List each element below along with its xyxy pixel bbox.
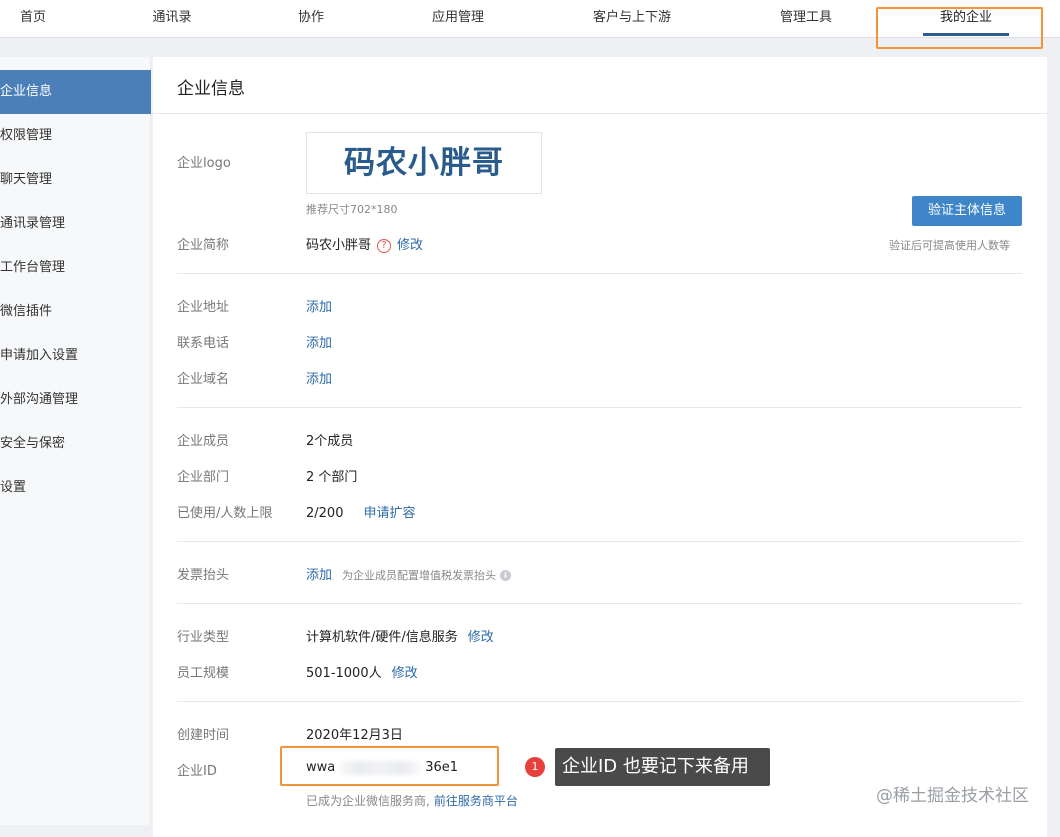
expand-capacity-link[interactable]: 申请扩容 — [363, 506, 415, 521]
tab-collaboration[interactable]: 协作 — [280, 0, 342, 38]
scale-row: 501-1000人 修改 — [306, 662, 418, 681]
divider — [177, 701, 1022, 702]
annotation-callout: 企业ID 也要记下来备用 — [555, 748, 770, 786]
invoice-add-link[interactable]: 添加 — [306, 568, 332, 583]
tab-contacts[interactable]: 通讯录 — [130, 0, 214, 38]
company-logo[interactable]: 码农小胖哥 — [306, 132, 542, 194]
tab-admin-tools[interactable]: 管理工具 — [764, 0, 848, 38]
phone-label: 联系电话 — [177, 336, 230, 351]
tab-highlight-box — [876, 7, 1043, 49]
industry-edit-link[interactable]: 修改 — [468, 630, 494, 645]
sidebar-item-settings[interactable]: 设置 — [0, 466, 151, 510]
provider-text: 已成为企业微信服务商, — [306, 794, 430, 808]
members-label: 企业成员 — [177, 434, 230, 449]
annotation-badge: 1 — [525, 757, 545, 777]
sidebar-item-permissions[interactable]: 权限管理 — [0, 114, 151, 158]
short-name-row: 码农小胖哥? 修改 — [306, 234, 423, 253]
short-name-edit-link[interactable]: 修改 — [397, 238, 423, 253]
invoice-row: 添加 为企业成员配置增值税发票抬头 i — [306, 564, 512, 583]
tab-customers[interactable]: 客户与上下游 — [578, 0, 686, 38]
address-label: 企业地址 — [177, 300, 230, 315]
verify-entity-button[interactable]: 验证主体信息 — [912, 196, 1022, 226]
verify-hint: 验证后可提高使用人数等 — [889, 239, 1010, 252]
domain-label: 企业域名 — [177, 372, 230, 387]
divider — [177, 541, 1022, 542]
divider — [177, 407, 1022, 408]
divider — [177, 603, 1022, 604]
scale-edit-link[interactable]: 修改 — [392, 666, 418, 681]
sidebar-item-company-info[interactable]: 企业信息 — [0, 70, 151, 114]
corpid-highlight-box — [280, 746, 499, 786]
main-panel: 企业信息 企业logo 码农小胖哥 推荐尺寸702*180 验证主体信息 验证后… — [153, 57, 1047, 837]
depts-label: 企业部门 — [177, 470, 230, 485]
domain-add-link[interactable]: 添加 — [306, 368, 332, 387]
address-add-link[interactable]: 添加 — [306, 296, 332, 315]
info-icon[interactable]: i — [500, 570, 512, 581]
members-value: 2个成员 — [306, 434, 354, 449]
sidebar-item-contacts[interactable]: 通讯录管理 — [0, 202, 151, 246]
tab-home[interactable]: 首页 — [0, 0, 66, 38]
created-value: 2020年12月3日 — [306, 728, 403, 743]
sidebar-item-external[interactable]: 外部沟通管理 — [0, 378, 151, 422]
usage-value: 2/200 — [306, 506, 344, 521]
usage-label: 已使用/人数上限 — [177, 506, 273, 521]
corpid-label: 企业ID — [177, 764, 217, 779]
sidebar-item-join-settings[interactable]: 申请加入设置 — [0, 334, 151, 378]
watermark: @稀土掘金技术社区 — [876, 786, 1029, 806]
phone-add-link[interactable]: 添加 — [306, 332, 332, 351]
divider — [177, 273, 1022, 274]
divider — [153, 113, 1047, 114]
sidebar-item-security[interactable]: 安全与保密 — [0, 422, 151, 466]
help-icon[interactable]: ? — [377, 238, 392, 253]
depts-value: 2 个部门 — [306, 470, 358, 485]
created-label: 创建时间 — [177, 728, 230, 743]
industry-value: 计算机软件/硬件/信息服务 — [306, 630, 458, 645]
sidebar: 企业信息 权限管理 聊天管理 通讯录管理 工作台管理 微信插件 申请加入设置 外… — [0, 57, 151, 825]
provider-row: 已成为企业微信服务商, 前往服务商平台 — [306, 792, 518, 809]
invoice-hint: 为企业成员配置增值税发票抬头 — [342, 569, 497, 582]
scale-label: 员工规模 — [177, 666, 230, 681]
sidebar-item-workbench[interactable]: 工作台管理 — [0, 246, 151, 290]
sidebar-item-chat[interactable]: 聊天管理 — [0, 158, 151, 202]
logo-size-hint: 推荐尺寸702*180 — [306, 203, 398, 216]
usage-row: 2/200 申请扩容 — [306, 502, 415, 521]
industry-row: 计算机软件/硬件/信息服务 修改 — [306, 626, 494, 645]
short-name-label: 企业简称 — [177, 238, 230, 253]
page-title: 企业信息 — [177, 79, 245, 99]
logo-label: 企业logo — [177, 156, 231, 171]
sidebar-item-wechat-plugin[interactable]: 微信插件 — [0, 290, 151, 334]
invoice-label: 发票抬头 — [177, 568, 230, 583]
tab-app-management[interactable]: 应用管理 — [418, 0, 498, 38]
provider-platform-link[interactable]: 前往服务商平台 — [434, 794, 518, 808]
scale-value: 501-1000人 — [306, 666, 382, 681]
industry-label: 行业类型 — [177, 630, 230, 645]
short-name-value: 码农小胖哥 — [306, 238, 372, 253]
